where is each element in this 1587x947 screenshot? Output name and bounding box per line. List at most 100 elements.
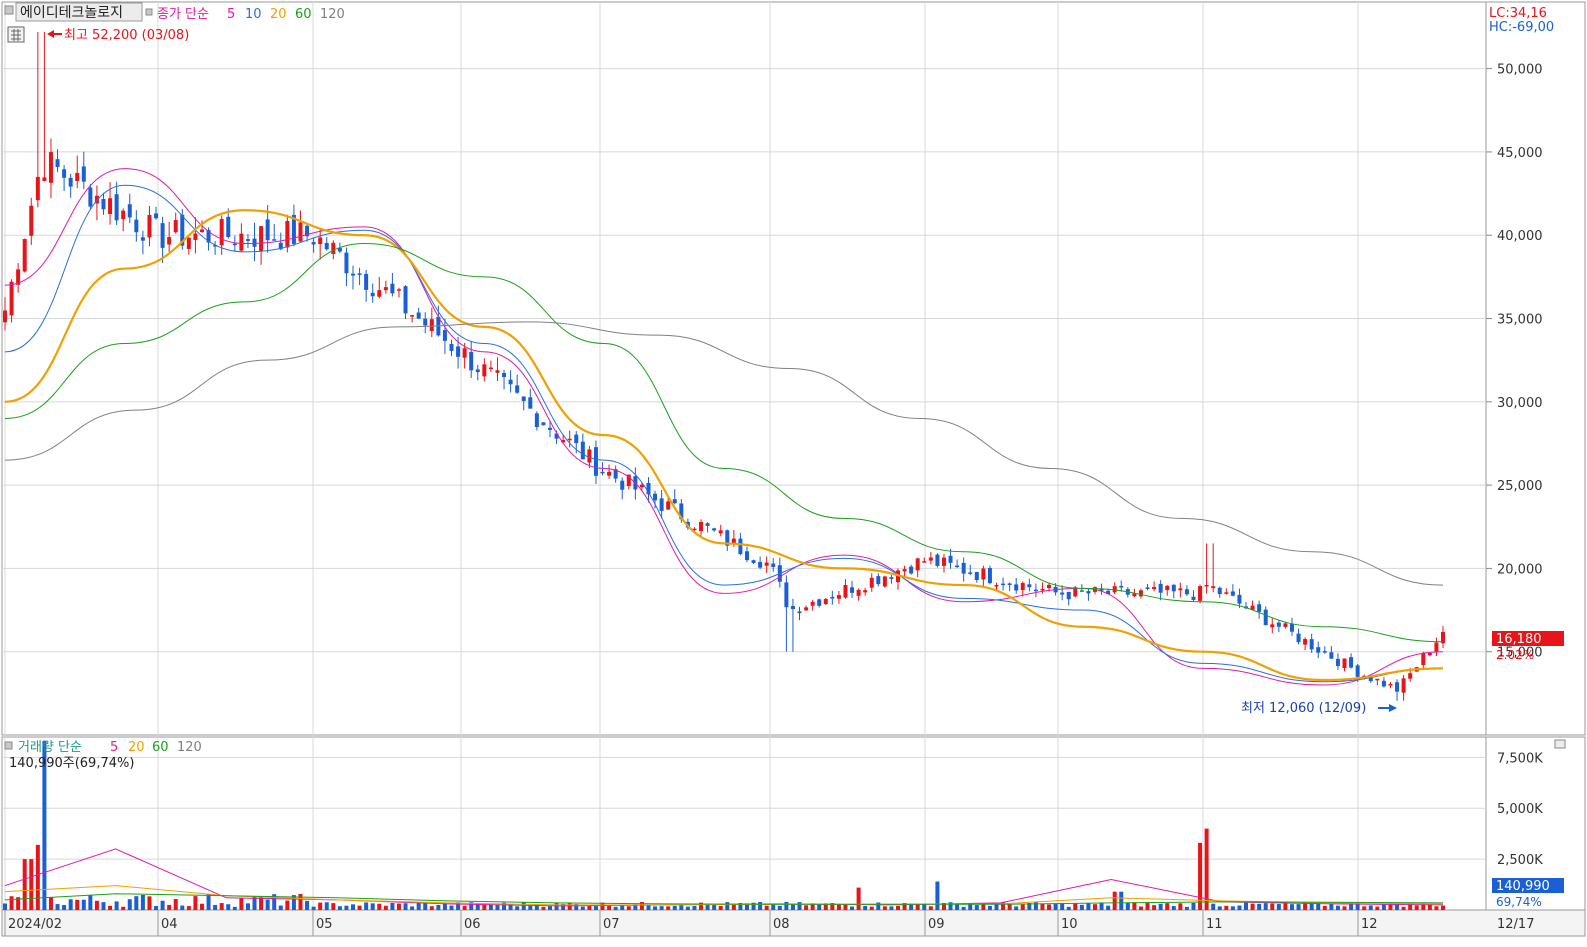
candle-body	[1020, 582, 1025, 591]
volume-bar	[1329, 903, 1334, 910]
candle-body	[62, 169, 67, 178]
volume-bar	[81, 899, 86, 910]
volume-bar	[646, 905, 651, 910]
volume-bar	[1119, 891, 1124, 910]
volume-bar	[843, 904, 848, 910]
candle-body	[88, 187, 93, 207]
volume-bar	[1375, 906, 1380, 910]
volume-bar	[547, 906, 552, 910]
volume-bar	[1112, 891, 1117, 910]
volume-bar	[357, 905, 362, 910]
volume-bar	[607, 905, 612, 910]
candle-body	[127, 204, 132, 218]
date-tick-label: 12/17	[1497, 917, 1534, 932]
candle-body	[48, 152, 53, 183]
volume-bullet-icon	[4, 741, 13, 750]
volume-bar	[331, 903, 336, 910]
candle-body	[817, 599, 822, 606]
volume-bar	[68, 899, 73, 910]
candle-body	[1145, 587, 1150, 589]
volume-bar	[364, 902, 369, 910]
volume-bar	[1165, 903, 1170, 910]
candle-body	[1434, 642, 1439, 652]
volume-bar	[968, 904, 973, 910]
candle-body	[75, 172, 80, 182]
candle-body	[1375, 678, 1380, 681]
date-tick-label: 12	[1361, 917, 1378, 932]
volume-bar	[337, 906, 342, 910]
candle-body	[974, 572, 979, 581]
candle-body	[764, 562, 769, 566]
volume-bar	[344, 905, 349, 910]
candle-body	[370, 292, 375, 297]
volume-bar	[298, 893, 303, 910]
candle-body	[876, 576, 881, 585]
candle-body	[324, 242, 329, 250]
volume-bar	[685, 906, 690, 910]
candle-body	[298, 222, 303, 242]
candle-body	[475, 369, 480, 373]
volume-bar	[1217, 906, 1222, 910]
chart-menu-icon[interactable]	[4, 5, 14, 15]
candle-body	[705, 523, 710, 526]
volume-bar	[876, 902, 881, 910]
candle-body	[1257, 604, 1262, 612]
candle-body	[81, 166, 86, 182]
volume-legend-label: 거래량 단순	[18, 740, 82, 755]
candle-body	[462, 348, 467, 358]
volume-bar	[653, 906, 658, 910]
candle-body	[672, 499, 677, 504]
volume-bar	[265, 899, 270, 910]
volume-bar	[35, 844, 40, 910]
volume-bar	[659, 906, 664, 910]
volume-bar	[318, 902, 323, 910]
volume-bar	[1106, 905, 1111, 910]
candle-body	[186, 237, 191, 249]
candle-body	[1401, 678, 1406, 693]
volume-tick-label: 5,000K	[1497, 802, 1543, 817]
volume-pane-toggle-icon[interactable]	[1554, 739, 1566, 749]
volume-tick-label: 7,500K	[1497, 751, 1543, 766]
candle-body	[1007, 583, 1012, 585]
volume-bar	[285, 900, 290, 910]
candle-body	[712, 528, 717, 531]
candle-body	[456, 346, 461, 357]
volume-bar	[1047, 904, 1052, 910]
legend-ma120: 120	[320, 7, 345, 22]
candle-body	[1001, 583, 1006, 586]
price-tick-label: 40,000	[1497, 229, 1543, 244]
volume-bar	[1211, 903, 1216, 910]
volume-bar	[1309, 903, 1314, 910]
volume-bar	[173, 899, 178, 910]
date-tick-label: 05	[316, 917, 333, 932]
candle-body	[587, 449, 592, 463]
candle-body	[1329, 652, 1334, 659]
candle-body	[1152, 587, 1157, 590]
volume-bar	[1020, 904, 1025, 910]
candle-body	[285, 221, 290, 248]
volume-bar	[199, 903, 204, 910]
candle-body	[1079, 590, 1084, 592]
price-tick-label: 25,000	[1497, 479, 1543, 494]
volume-bar	[1237, 905, 1242, 910]
volume-bar	[101, 902, 106, 910]
candle-body	[1014, 584, 1019, 591]
volume-bar	[593, 906, 598, 910]
candle-body	[1066, 591, 1071, 600]
candle-body	[1204, 584, 1209, 587]
volume-bar	[213, 904, 218, 910]
candle-body	[68, 177, 73, 187]
hc-label: HC:-69,00	[1489, 20, 1554, 35]
volume-bar	[613, 906, 618, 910]
candle-body	[410, 315, 415, 317]
candle-body	[955, 565, 960, 568]
volume-bar	[186, 906, 191, 910]
candle-body	[114, 194, 119, 221]
volume-bar	[777, 905, 782, 910]
price-tick-label: 45,000	[1497, 146, 1543, 161]
candle-body	[403, 286, 408, 314]
candle-body	[1309, 639, 1314, 650]
candle-body	[396, 289, 401, 291]
price-pane	[1, 1, 1487, 736]
volume-bar	[1414, 905, 1419, 910]
